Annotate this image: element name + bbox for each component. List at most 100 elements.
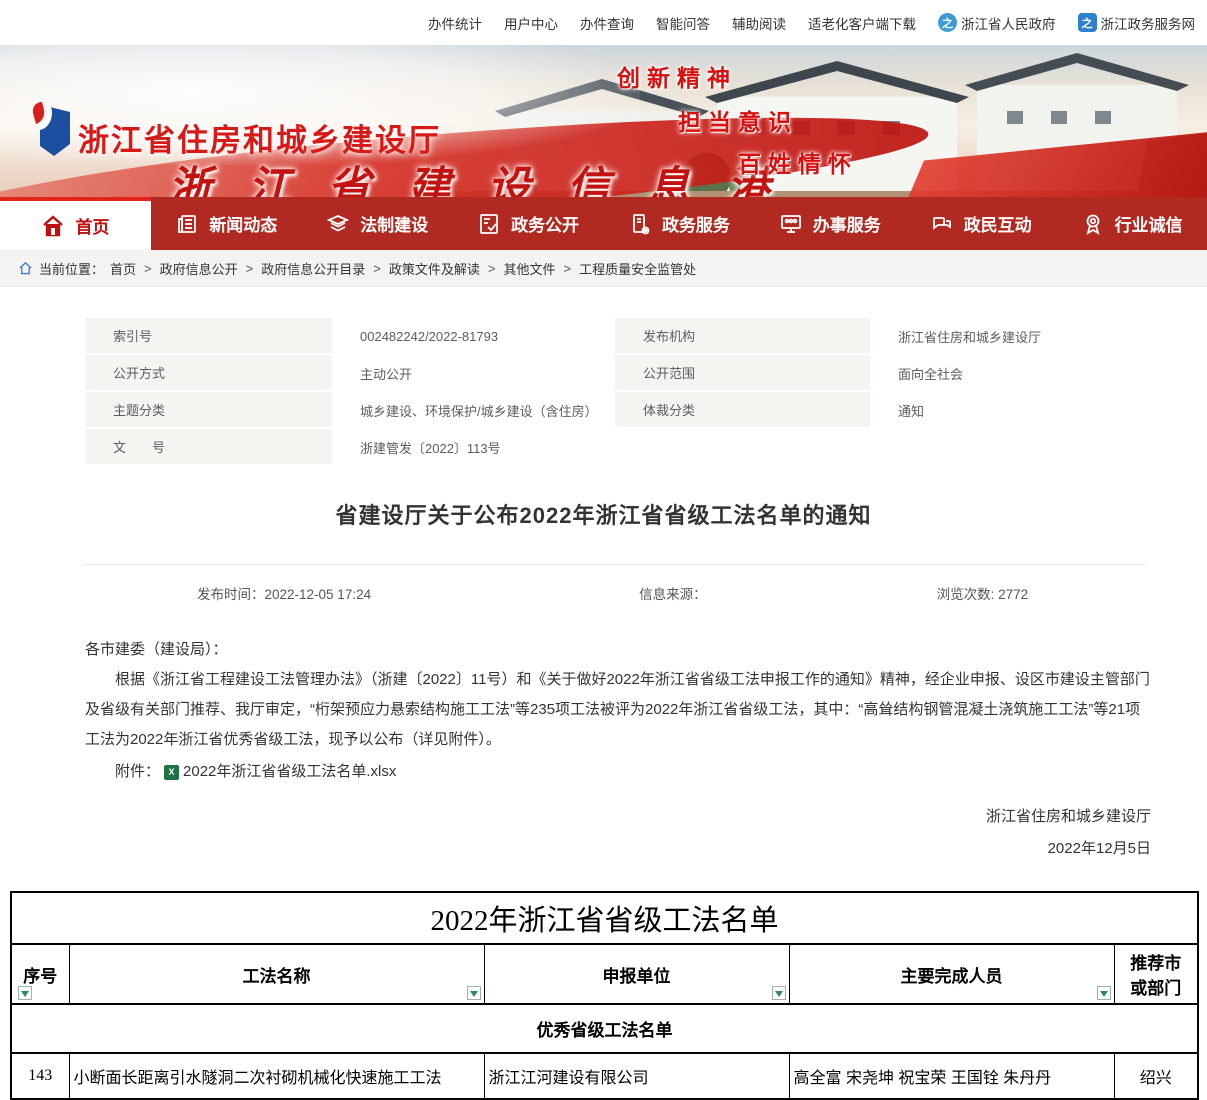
info-label-topic: 主题分类 — [85, 392, 332, 429]
info-value-index: 002482242/2022-81793 — [332, 318, 615, 355]
crumb-quality-dept[interactable]: 工程质量安全监管处 — [579, 259, 696, 278]
news-icon — [175, 212, 199, 236]
nav-label-news: 新闻动态 — [209, 211, 277, 236]
crumb-gov-info-catalog[interactable]: 政府信息公开目录 — [261, 259, 365, 278]
article-body: 各市建委（建设局）： 根据《浙江省工程建设工法管理办法》（浙建〔2022〕11号… — [85, 635, 1151, 787]
col-header-name: 工法名称 — [69, 944, 484, 1004]
zhejiang-service-label: 浙江政务服务网 — [1101, 13, 1196, 33]
nav-label-work-service: 办事服务 — [813, 211, 881, 236]
col-header-index: 序号 — [11, 944, 69, 1004]
crumb-gov-info[interactable]: 政府信息公开 — [160, 259, 238, 278]
cell-index: 143 — [11, 1053, 69, 1099]
info-value-agency: 浙江省住房和城乡建设厅 — [870, 318, 1150, 355]
nav-item-news[interactable]: 新闻动态 — [151, 197, 302, 250]
nav-item-gov-open[interactable]: 政务公开 — [453, 197, 604, 250]
cell-org: 浙江江河建设有限公司 — [484, 1053, 789, 1099]
section-header-excellent: 优秀省级工法名单 — [11, 1004, 1198, 1053]
attachment-label: 附件： — [115, 757, 160, 787]
link-zhejiang-gov[interactable]: 之 浙江省人民政府 — [938, 13, 1056, 33]
monitor-people-icon — [779, 212, 803, 236]
cell-city: 绍兴 — [1114, 1053, 1198, 1099]
info-label-genre: 体裁分类 — [615, 392, 870, 429]
site-banner: 浙江省住房和城乡建设厅 浙 江 省 建 设 信 息 港 创新精神 担当意识 百姓… — [0, 45, 1207, 197]
slogan-people: 百姓情怀 — [738, 145, 858, 179]
server-gear-icon — [628, 212, 652, 236]
info-label-docnum: 文 号 — [85, 429, 332, 466]
nav-item-legal[interactable]: 法制建设 — [302, 197, 453, 250]
info-label-agency: 发布机构 — [615, 318, 870, 355]
filter-button-people[interactable] — [1097, 986, 1111, 1000]
slogan-responsibility: 担当意识 — [678, 103, 798, 137]
link-zhejiang-service[interactable]: 之 浙江政务服务网 — [1078, 13, 1196, 33]
zhejiang-service-icon: 之 — [1078, 13, 1097, 32]
worklist-table-title: 2022年浙江省省级工法名单 — [11, 892, 1198, 944]
nav-label-integrity: 行业诚信 — [1115, 211, 1183, 236]
home-icon — [41, 214, 65, 238]
cell-name: 小断面长距离引水隧洞二次衬砌机械化快速施工工法 — [69, 1053, 484, 1099]
link-banjian-chaxun[interactable]: 办件查询 — [580, 13, 634, 33]
crumb-policy-docs[interactable]: 政策文件及解读 — [389, 259, 480, 278]
nav-item-work-service[interactable]: 办事服务 — [754, 197, 905, 250]
excel-file-icon: X — [164, 765, 179, 780]
nav-item-gov-service[interactable]: 政务服务 — [604, 197, 755, 250]
zhejiang-gov-label: 浙江省人民政府 — [961, 13, 1056, 33]
info-value-method: 主动公开 — [332, 355, 615, 392]
view-count: 浏览次数: 2772 — [937, 583, 1029, 603]
info-value-topic: 城乡建设、环境保护/城乡建设（含住房） — [332, 392, 615, 429]
nav-item-integrity[interactable]: 行业诚信 — [1056, 197, 1207, 250]
slogan-innovation: 创新精神 — [617, 59, 737, 93]
link-user-center[interactable]: 用户中心 — [504, 13, 558, 33]
worklist-table: 2022年浙江省省级工法名单 序号 工法名称 申报单位 主要完成人员 推荐市 或… — [10, 891, 1199, 1100]
chat-bubbles-icon — [930, 212, 954, 236]
info-value-scope: 面向全社会 — [870, 355, 1150, 392]
portal-title: 浙 江 省 建 设 信 息 港 — [168, 153, 782, 197]
cell-people: 高全富 宋尧坤 祝宝荣 王国铨 朱丹丹 — [789, 1053, 1114, 1099]
doc-check-icon — [477, 212, 501, 236]
top-utility-bar: 办件统计 用户中心 办件查询 智能问答 辅助阅读 适老化客户端下载 之 浙江省人… — [0, 0, 1207, 45]
col-header-org: 申报单位 — [484, 944, 789, 1004]
title-divider — [85, 564, 1145, 565]
crumb-home[interactable]: 首页 — [110, 259, 136, 278]
nav-label-legal: 法制建设 — [360, 211, 428, 236]
col-header-people: 主要完成人员 — [789, 944, 1114, 1004]
medal-icon — [1081, 212, 1105, 236]
breadcrumb-home-icon — [18, 261, 33, 276]
signature-org: 浙江省住房和城乡建设厅 — [85, 801, 1151, 833]
nav-label-gov-open: 政务公开 — [511, 211, 579, 236]
main-nav: 首页 新闻动态 法制建设 政务公开 政务服务 办事服务 政民互动 — [0, 197, 1207, 250]
link-banjian-tongji[interactable]: 办件统计 — [428, 13, 482, 33]
info-value-genre: 通知 — [870, 392, 1150, 429]
col-header-city: 推荐市 或部门 — [1114, 944, 1198, 1004]
attachment-line: 附件： X 2022年浙江省省级工法名单.xlsx — [85, 757, 1151, 787]
info-value-docnum: 浙建管发〔2022〕113号 — [332, 429, 615, 466]
nav-label-gov-service: 政务服务 — [662, 211, 730, 236]
info-label-empty — [615, 429, 870, 466]
filter-button-name[interactable] — [467, 986, 481, 1000]
article-meta: 发布时间：2022-12-05 17:24 信息来源： 浏览次数: 2772 — [85, 583, 1145, 603]
attachment-link[interactable]: 2022年浙江省省级工法名单.xlsx — [183, 757, 396, 787]
info-value-empty — [870, 429, 1150, 466]
page-title: 省建设厅关于公布2022年浙江省省级工法名单的通知 — [0, 498, 1207, 530]
nav-item-interaction[interactable]: 政民互动 — [905, 197, 1056, 250]
filter-button-index[interactable] — [18, 986, 32, 1000]
breadcrumb-prefix: 当前位置： — [39, 259, 104, 278]
signature-date: 2022年12月5日 — [85, 833, 1151, 865]
link-smart-qa[interactable]: 智能问答 — [656, 13, 710, 33]
nav-item-home[interactable]: 首页 — [0, 197, 151, 250]
info-source: 信息来源： — [639, 583, 707, 603]
link-assist-reading[interactable]: 辅助阅读 — [732, 13, 786, 33]
crumb-other-docs[interactable]: 其他文件 — [503, 259, 555, 278]
link-elderly-client-download[interactable]: 适老化客户端下载 — [808, 13, 916, 33]
info-label-index: 索引号 — [85, 318, 332, 355]
zhejiang-gov-icon: 之 — [938, 13, 957, 32]
breadcrumb: 当前位置： 首页 > 政府信息公开 > 政府信息公开目录 > 政策文件及解读 >… — [0, 250, 1207, 287]
doc-info-table: 索引号 002482242/2022-81793 发布机构 浙江省住房和城乡建设… — [85, 318, 1150, 466]
info-label-method: 公开方式 — [85, 355, 332, 392]
nav-label-interaction: 政民互动 — [964, 211, 1032, 236]
article-content: 索引号 002482242/2022-81793 发布机构 浙江省住房和城乡建设… — [0, 287, 1207, 1100]
salutation: 各市建委（建设局）： — [85, 635, 1151, 665]
books-icon — [326, 212, 350, 236]
filter-button-org[interactable] — [772, 986, 786, 1000]
signature-block: 浙江省住房和城乡建设厅 2022年12月5日 — [85, 801, 1151, 865]
info-label-scope: 公开范围 — [615, 355, 870, 392]
